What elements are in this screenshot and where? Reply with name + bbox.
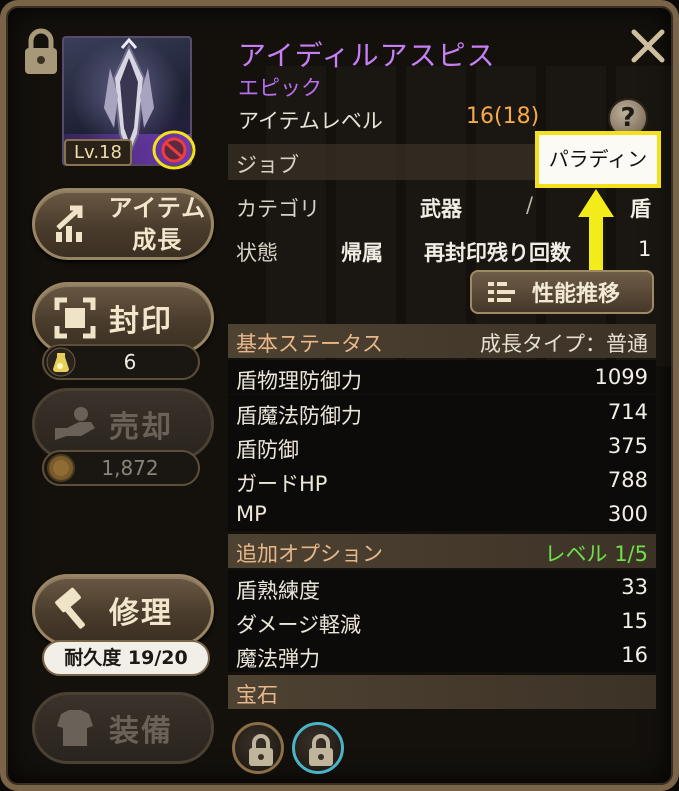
list-icon	[488, 282, 515, 302]
stat-name: 盾物理防御力	[236, 369, 362, 393]
lock-icon	[249, 734, 273, 766]
durability-display: 耐久度 19/20	[42, 640, 210, 676]
stat-name: 盾防御	[236, 438, 299, 462]
no-trade-icon	[152, 130, 196, 170]
stat-row: 盾防御 375	[228, 429, 656, 463]
seal-label: 封印	[109, 304, 173, 339]
gems-title: 宝石	[236, 683, 278, 707]
option-row: ダメージ軽減 15	[228, 604, 656, 638]
item-detail-window: Lv.18 アイテム 成長 封印 6 売却 1,872 修理 耐久度 19/20…	[0, 0, 679, 791]
item-name: アイディルアスピス	[238, 39, 496, 72]
armor-icon	[45, 698, 105, 758]
item-growth-label: アイテム 成長	[108, 194, 207, 254]
extra-options-level: レベル 1/5	[544, 542, 648, 566]
status-value: 帰属	[341, 241, 383, 265]
lock-icon[interactable]	[22, 28, 60, 76]
option-row: 魔法弾力 16	[228, 638, 656, 672]
seal-frame-icon	[45, 288, 105, 348]
category-separator: /	[526, 193, 534, 217]
category-main: 武器	[420, 197, 462, 221]
stat-value: 300	[607, 502, 648, 526]
up-arrow-annotation	[578, 189, 614, 271]
seal-count-value: 6	[123, 350, 137, 374]
sell-price-display: 1,872	[42, 450, 200, 486]
gems-header: 宝石	[228, 675, 656, 709]
stat-name: MP	[236, 502, 267, 526]
reseal-value: 1	[638, 237, 652, 261]
stat-row: 盾魔法防御力 714	[228, 395, 656, 429]
option-name: 魔法弾力	[236, 647, 320, 671]
category-label: カテゴリ	[236, 197, 320, 221]
base-stats-title: 基本ステータス	[236, 332, 383, 356]
gold-coin-icon	[47, 454, 75, 482]
stat-value: 1099	[594, 365, 648, 389]
option-name: 盾熟練度	[236, 579, 320, 603]
status-label: 状態	[236, 241, 278, 265]
stat-value: 375	[607, 434, 648, 458]
close-icon[interactable]	[628, 26, 668, 66]
category-sub: 盾	[630, 197, 651, 221]
option-value: 15	[621, 609, 648, 633]
stat-name: 盾魔法防御力	[236, 404, 362, 428]
equip-label: 装備	[109, 714, 173, 749]
gem-slot-locked[interactable]	[232, 722, 284, 774]
extra-options-header: 追加オプション レベル 1/5	[228, 534, 656, 568]
stat-row: 盾物理防御力 1099	[228, 360, 656, 394]
seal-count-display: 6	[42, 344, 200, 380]
equip-button[interactable]: 装備	[32, 692, 214, 764]
item-level-value: 16(18)	[466, 104, 540, 129]
performance-label: 性能推移	[532, 282, 621, 307]
extra-options-title: 追加オプション	[236, 542, 383, 566]
growth-type: 成長タイプ：普通	[480, 332, 648, 356]
job-label: ジョブ	[236, 153, 299, 177]
stat-row: ガードHP 788	[228, 463, 656, 497]
lock-icon	[309, 734, 333, 766]
item-level-label: アイテムレベル	[238, 109, 383, 133]
repair-label: 修理	[109, 596, 173, 631]
performance-button[interactable]: 性能推移	[470, 270, 654, 314]
sell-hand-icon	[45, 394, 105, 454]
option-name: ダメージ軽減	[236, 613, 361, 637]
sell-label: 売却	[109, 410, 173, 445]
stat-name: ガードHP	[236, 472, 328, 496]
stat-row: MP 300	[228, 497, 656, 531]
job-value: パラディン	[535, 131, 661, 188]
option-value: 16	[621, 643, 648, 667]
base-stats-header: 基本ステータス 成長タイプ：普通	[228, 324, 656, 358]
item-level-badge: Lv.18	[64, 139, 132, 166]
stat-value: 788	[607, 468, 648, 492]
item-growth-button[interactable]: アイテム 成長	[32, 188, 214, 260]
stat-value: 714	[607, 400, 648, 424]
reseal-label: 再封印残り回数	[424, 241, 571, 265]
repair-button[interactable]: 修理	[32, 574, 214, 646]
growth-arrow-icon	[45, 194, 104, 254]
seal-potion-icon	[46, 347, 76, 377]
option-row: 盾熟練度 33	[228, 570, 656, 604]
gem-slot-locked[interactable]	[292, 722, 344, 774]
sell-price-value: 1,872	[101, 456, 159, 480]
hammer-icon	[45, 580, 105, 640]
item-rarity: エピック	[238, 76, 322, 100]
option-value: 33	[621, 575, 648, 599]
